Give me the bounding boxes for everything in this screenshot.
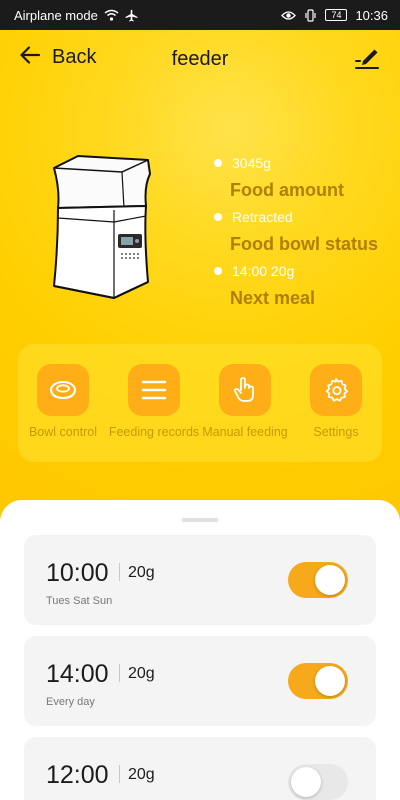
settings-label: Settings [313, 425, 359, 439]
list-icon [128, 364, 180, 416]
bullet [214, 213, 222, 221]
feeder-device-image [44, 150, 156, 300]
page-title: feeder [171, 48, 229, 70]
meal-days: Tues Sat Sun [46, 595, 113, 607]
edit-button[interactable] [354, 46, 380, 75]
sheet-drag-handle[interactable] [182, 518, 218, 522]
screen: Airplane mode 74 10:36 Back feeder 3045g… [0, 0, 400, 800]
status-bar: Airplane mode 74 10:36 [0, 0, 400, 30]
feeding-records-label: Feeding records [108, 425, 200, 439]
battery-level: 74 [331, 10, 342, 20]
manual-feeding-button[interactable]: Manual feeding [199, 364, 291, 439]
meal-days: Every day [46, 696, 95, 708]
next-meal-label: Next meal [230, 288, 316, 308]
meal-toggle[interactable] [288, 764, 348, 800]
bowl-status-value: Retracted [232, 209, 293, 225]
bullet [214, 267, 222, 275]
vibrate-icon [304, 8, 317, 22]
food-amount-label: Food amount [230, 180, 344, 200]
edit-icon [354, 49, 380, 74]
action-panel: Bowl control Feeding records Manual feed… [18, 344, 382, 462]
meal-toggle[interactable] [288, 663, 348, 699]
meal-amount: 20g [128, 766, 155, 783]
next-meal-value: 14:00 20g [232, 263, 295, 279]
info-row-next-meal: 14:00 20g [214, 260, 378, 282]
divider [119, 563, 120, 581]
airplane-icon [125, 9, 138, 22]
meal-time: 14:00 [46, 660, 109, 688]
network-text: Airplane mode [14, 7, 98, 23]
meal-toggle[interactable] [288, 562, 348, 598]
meal-time: 12:00 [46, 761, 109, 789]
meal-plan-item[interactable]: 14:00 20g Every day [24, 636, 376, 726]
info-row-food-amount: 3045g [214, 152, 378, 174]
toggle-knob [291, 767, 321, 797]
toggle-knob [315, 565, 345, 595]
meal-plan-sheet: 10:00 20g Tues Sat Sun 14:00 20g Every d… [0, 500, 400, 800]
manual-feeding-label: Manual feeding [202, 425, 288, 439]
divider [119, 765, 120, 783]
meal-plan-item[interactable]: 12:00 20g [24, 737, 376, 800]
info-row-bowl-status: Retracted [214, 206, 378, 228]
header: Back feeder [0, 30, 400, 88]
device-info: 3045g Food amount Retracted Food bowl st… [214, 152, 378, 314]
bowl-control-label: Bowl control [28, 425, 98, 439]
bowl-control-button[interactable]: Bowl control [17, 364, 109, 439]
gear-icon [310, 364, 362, 416]
bullet [214, 159, 222, 167]
meal-time: 10:00 [46, 559, 109, 587]
eye-icon [281, 10, 297, 21]
meal-plan-item[interactable]: 10:00 20g Tues Sat Sun [24, 535, 376, 625]
clock: 10:36 [355, 7, 388, 23]
wifi-icon [104, 9, 119, 21]
battery-icon: 74 [325, 9, 348, 21]
meal-amount: 20g [128, 665, 155, 682]
settings-button[interactable]: Settings [290, 364, 382, 439]
divider [119, 664, 120, 682]
bowl-icon [37, 364, 89, 416]
toggle-knob [315, 666, 345, 696]
food-amount-value: 3045g [232, 155, 271, 171]
hand-icon [219, 364, 271, 416]
feeding-records-button[interactable]: Feeding records [108, 364, 200, 439]
bowl-status-label: Food bowl status [230, 234, 378, 254]
meal-amount: 20g [128, 564, 155, 581]
